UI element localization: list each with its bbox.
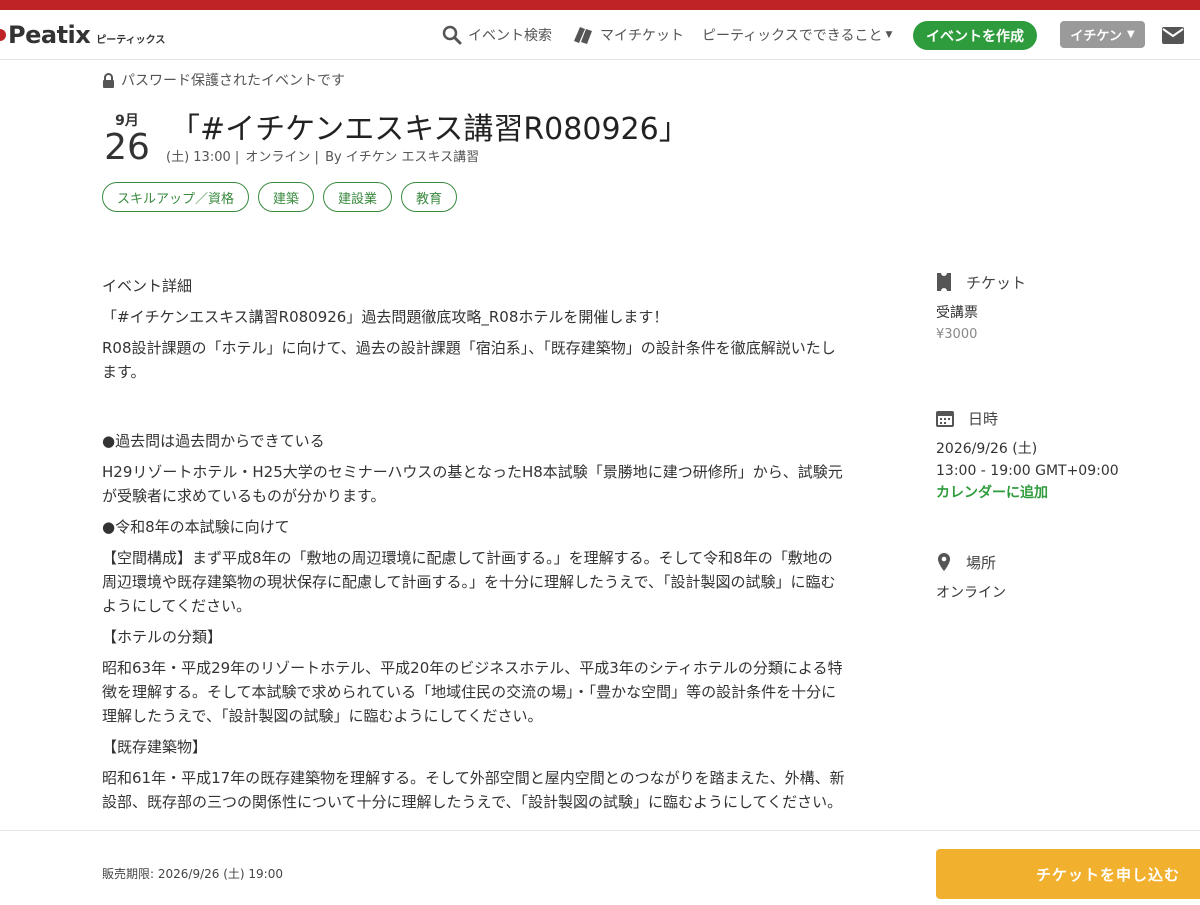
ticket-price: ¥3000 [936, 327, 978, 342]
purchase-footer: 販売期限: 2026/9/26 (土) 19:00 チケットを申し込む [0, 830, 1200, 905]
create-event-button[interactable]: イベントを作成 [913, 21, 1037, 50]
details-paragraph: H29リゾートホテル・H25大学のセミナーハウスの基となったH8本試験「景勝地に… [102, 463, 843, 505]
top-brand-bar [0, 0, 1200, 10]
password-protected-notice: パスワード保護されたイベントです [102, 70, 345, 90]
ticket-section-heading: チケット [936, 270, 1186, 294]
caret-down-icon: ▼ [885, 30, 893, 40]
place-section-heading: 場所 [936, 550, 1186, 574]
event-meta-organizer[interactable]: By イチケン エスキス講習 [325, 150, 479, 165]
nav-features-dropdown[interactable]: ピーティックスでできること ▼ [702, 23, 892, 47]
details-paragraph: 昭和63年・平成29年のリゾートホテル、平成20年のビジネスホテル、平成3年のシ… [102, 659, 843, 725]
tag-education[interactable]: 教育 [401, 182, 458, 212]
event-details: イベント詳細 「#イチケンエスキス講習R080926」過去問題徹底攻略_R08ホ… [102, 274, 847, 821]
details-paragraph: 【ホテルの分類】 [102, 628, 223, 646]
event-date: 2026/9/26 (土) [936, 441, 1038, 457]
logo-dot-icon [0, 29, 6, 41]
event-meta-time: (土) 13:00 | [166, 150, 240, 165]
details-paragraph: R08設計課題の「ホテル」に向けて、過去の設計課題「宿泊系」、「既存建築物」の設… [102, 339, 836, 381]
sales-deadline: 販売期限: 2026/9/26 (土) 19:00 [102, 867, 283, 881]
event-title: 「#イチケンエスキス講習R080926」 [170, 112, 689, 147]
mail-icon[interactable] [1162, 27, 1184, 44]
event-day: 26 [104, 127, 150, 168]
details-paragraph: 【既存建築物】 [102, 738, 208, 756]
event-time: 13:00 - 19:00 GMT+09:00 [936, 463, 1119, 479]
nav-search-label: イベント検索 [468, 28, 552, 44]
event-sidebar: チケット 受講票 ¥3000 日時 2026/9/26 (土) 13:00 - … [936, 270, 1186, 604]
ticket-icon [574, 27, 592, 44]
details-paragraph: 「#イチケンエスキス講習R080926」過去問題徹底攻略_R08ホテルを開催しま… [102, 308, 669, 326]
nav-search[interactable]: イベント検索 [442, 23, 552, 47]
details-paragraph: 昭和61年・平成17年の既存建築物を理解する。そして外部空間と屋内空間とのつなが… [102, 769, 845, 811]
tag-skillup[interactable]: スキルアップ／資格 [102, 182, 250, 212]
peatix-logo[interactable]: Peatix ピーティックス [0, 20, 165, 50]
lock-icon [103, 72, 114, 88]
details-paragraph: 【空間構成】まず平成8年の「敷地の周辺環境に配慮して計画する。」を理解する。そし… [102, 549, 836, 615]
tag-architecture[interactable]: 建築 [258, 182, 315, 212]
place-heading-label: 場所 [966, 553, 997, 572]
datetime-section-heading: 日時 [936, 406, 1186, 430]
add-to-calendar-link[interactable]: カレンダーに追加 [936, 482, 1186, 504]
details-paragraph: ●令和8年の本試験に向けて [102, 518, 290, 536]
user-menu-button[interactable]: イチケン ▼ [1060, 21, 1145, 48]
apply-ticket-button[interactable]: チケットを申し込む [936, 849, 1200, 899]
tag-construction[interactable]: 建設業 [323, 182, 393, 212]
event-meta-place: オンライン | [245, 150, 319, 165]
event-meta: (土) 13:00 | オンライン | By イチケン エスキス講習 [166, 146, 481, 165]
event-tags: スキルアップ／資格 建築 建設業 教育 [102, 182, 458, 212]
details-paragraph: ●過去問は過去問からできている [102, 432, 325, 450]
nav-my-tickets[interactable]: マイチケット [572, 23, 684, 47]
nav-my-tickets-label: マイチケット [600, 28, 684, 44]
calendar-icon [936, 411, 954, 427]
site-header: Peatix ピーティックス イベント検索 マイチケット ピーティックスでできる… [0, 10, 1200, 60]
ticket-icon [937, 273, 951, 291]
search-icon [442, 25, 462, 45]
chevron-down-icon: ▼ [1126, 29, 1135, 40]
map-pin-icon [938, 553, 950, 571]
event-date-box: 9月 26 [102, 112, 152, 166]
logo-text: Peatix [8, 21, 91, 49]
datetime-heading-label: 日時 [968, 409, 999, 428]
ticket-heading-label: チケット [966, 273, 1027, 292]
user-name: イチケン [1070, 29, 1122, 44]
logo-subtext: ピーティックス [96, 34, 166, 46]
details-heading: イベント詳細 [102, 277, 193, 295]
ticket-name: 受講票 [936, 305, 978, 321]
password-notice-text: パスワード保護されたイベントです [121, 73, 345, 89]
nav-features-label: ピーティックスでできること [702, 28, 883, 44]
event-place: オンライン [936, 585, 1006, 601]
